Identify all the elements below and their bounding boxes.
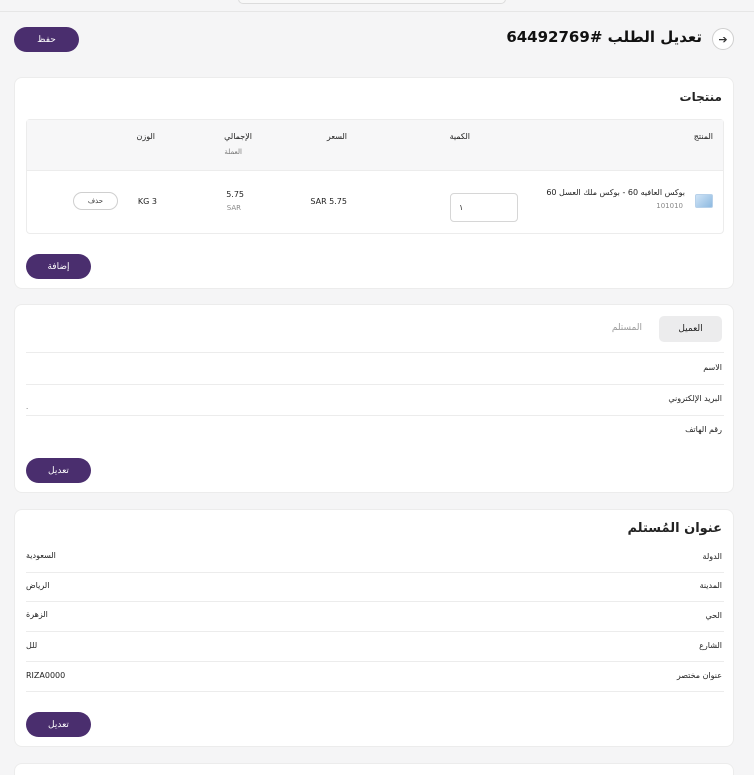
quantity-value: ١ (459, 203, 464, 212)
divider (26, 384, 724, 385)
divider (26, 572, 724, 573)
products-card: منتجات المنتج الكمية السعر الإجمالي العم… (14, 77, 734, 289)
city-value: الرياض (26, 581, 50, 590)
district-label: الحي (705, 611, 723, 620)
customer-card: العميل المستلم الاسم البريد الإلكتروني .… (14, 304, 734, 493)
column-quantity: الكمية (449, 132, 470, 141)
product-currency: SAR (226, 204, 241, 212)
divider (26, 352, 724, 353)
column-product: المنتج (693, 132, 713, 141)
divider (26, 415, 724, 416)
quantity-input[interactable]: ١ (450, 193, 518, 222)
back-button[interactable]: ➔ (712, 28, 734, 50)
column-total-currency: العملة (224, 148, 242, 156)
email-label: البريد الإلكتروني (668, 394, 722, 403)
phone-label: رقم الهاتف (685, 425, 722, 434)
short-address-label: عنوان مختصر (676, 671, 722, 680)
column-weight: الوزن (136, 132, 155, 141)
product-weight: KG 3 (137, 197, 157, 206)
edit-address-button[interactable]: تعديل (26, 712, 91, 737)
street-value: للل (26, 641, 38, 650)
next-card (14, 763, 734, 775)
city-label: المدينة (699, 581, 722, 590)
product-name[interactable]: بوكس العافيه 60 - بوكس ملك العسل 60 (546, 188, 685, 197)
name-label: الاسم (703, 363, 722, 372)
delete-button[interactable]: حذف (73, 192, 118, 210)
column-price: السعر (326, 132, 347, 141)
products-table: المنتج الكمية السعر الإجمالي العملة الوز… (26, 119, 724, 234)
tab-recipient[interactable]: المستلم (612, 323, 642, 333)
product-sku: 101010 (656, 202, 683, 210)
divider (26, 691, 724, 692)
tab-customer[interactable]: العميل (659, 316, 722, 342)
page-title: تعديل الطلب #64492769 (506, 28, 702, 46)
products-table-header: المنتج الكمية السعر الإجمالي العملة الوز… (27, 120, 723, 171)
edit-customer-button[interactable]: تعديل (26, 458, 91, 483)
email-value: . (26, 403, 29, 411)
column-total: الإجمالي (224, 132, 252, 141)
street-label: الشارع (699, 641, 722, 650)
product-image (695, 194, 713, 208)
arrow-right-icon: ➔ (718, 32, 728, 46)
short-address-value: RIZA0000 (26, 671, 66, 680)
save-button[interactable]: حفظ (14, 27, 79, 52)
top-divider (0, 11, 754, 12)
country-label: الدولة (702, 552, 722, 561)
divider (26, 601, 724, 602)
district-value: الزهرة (26, 610, 48, 619)
add-product-button[interactable]: إضافة (26, 254, 91, 279)
product-total: 5.75 (226, 190, 244, 199)
page-header: حفظ تعديل الطلب #64492769 ➔ (14, 26, 734, 52)
divider (26, 661, 724, 662)
address-title: عنوان المُستلم (627, 521, 722, 536)
divider (26, 631, 724, 632)
products-title: منتجات (679, 90, 722, 104)
search-bar-fragment[interactable] (238, 0, 506, 4)
product-price: SAR 5.75 (310, 197, 347, 206)
recipient-address-card: عنوان المُستلم الدولة السعودية المدينة ا… (14, 509, 734, 747)
country-value: السعودية (26, 551, 56, 560)
